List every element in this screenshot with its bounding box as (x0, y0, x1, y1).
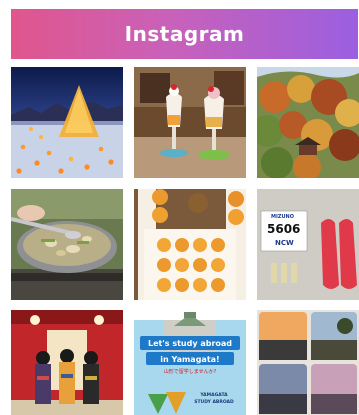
post-study-abroad-poster[interactable]: Let's study abroad in Yamagata! 山形で留学しませ… (134, 310, 246, 415)
instagram-feed-grid: MIZUNO 5606 NCW Let's study abroad in Ya… (0, 0, 359, 415)
post-marathon-bib-shoes[interactable]: MIZUNO 5606 NCW (257, 189, 359, 300)
post-image (257, 67, 359, 178)
post-image: MIZUNO 5606 NCW (257, 189, 359, 300)
post-image (134, 67, 246, 178)
post-image (11, 189, 123, 300)
post-imoni-hotpot[interactable] (11, 189, 123, 300)
post-image: Let's study abroad in Yamagata! 山形で留学しませ… (134, 310, 246, 415)
poster-footer-1: YAMAGATA (199, 392, 228, 398)
post-autumn-mountain-temple[interactable] (257, 67, 359, 178)
poster-headline-1: Let's study abroad (148, 339, 232, 348)
post-image (257, 310, 359, 415)
post-kimono-performers[interactable] (11, 310, 123, 415)
post-dried-persimmons[interactable] (134, 189, 246, 300)
poster-footer-2: STUDY ABROAD (194, 399, 234, 405)
poster-subtitle: 山形で留学しませんか? (164, 368, 217, 375)
post-image (11, 310, 123, 415)
poster-headline-2: in Yamagata! (160, 355, 219, 364)
bib-number: 5606 (267, 222, 300, 236)
post-image (134, 189, 246, 300)
shoe-brand-label: MIZUNO (271, 214, 294, 220)
post-snow-lantern-festival[interactable] (11, 67, 123, 178)
post-image (11, 67, 123, 178)
post-sunset-collage[interactable] (257, 310, 359, 415)
post-fruit-parfaits[interactable] (134, 67, 246, 178)
bib-sub-label: NCW (275, 239, 294, 247)
